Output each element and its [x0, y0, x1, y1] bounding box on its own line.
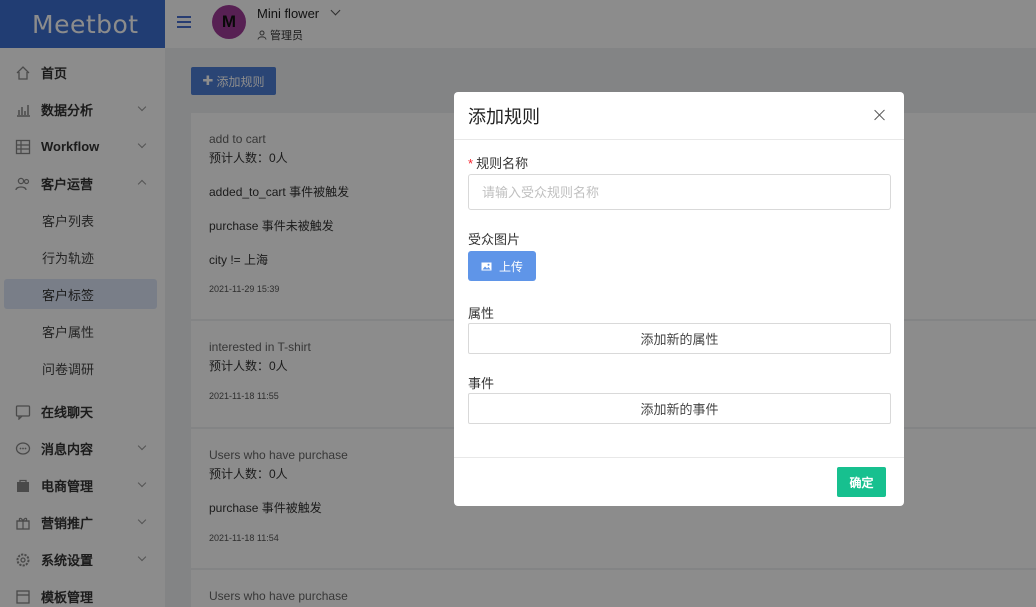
- dialog-footer-divider: [454, 457, 904, 458]
- rule-name-label-text: 规则名称: [476, 156, 529, 171]
- upload-button[interactable]: 上传: [468, 251, 536, 281]
- confirm-button[interactable]: 确定: [837, 467, 886, 497]
- rule-name-input[interactable]: [468, 174, 891, 210]
- close-icon[interactable]: [874, 109, 886, 121]
- audience-image-label: 受众图片: [468, 232, 521, 247]
- add-rule-dialog: 添加规则 *规则名称 受众图片 上传 属性 添加新的属性 事件 添加新的事件 确…: [454, 92, 904, 506]
- image-icon: [481, 262, 492, 270]
- required-mark: *: [468, 156, 474, 171]
- rule-name-label: * 规则名称: [468, 153, 528, 172]
- attribute-label: 属性: [468, 306, 495, 321]
- upload-label: 上传: [498, 259, 523, 274]
- add-event-button[interactable]: 添加新的事件: [468, 393, 891, 424]
- dialog-title: 添加规则: [454, 92, 904, 140]
- event-label: 事件: [468, 376, 495, 391]
- add-attribute-button[interactable]: 添加新的属性: [468, 323, 891, 354]
